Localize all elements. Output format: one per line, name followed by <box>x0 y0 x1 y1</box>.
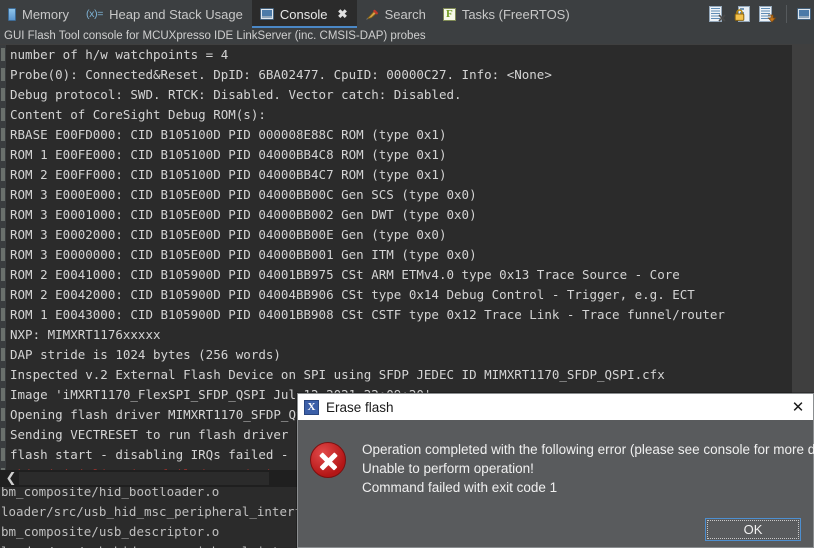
background-editor-line: loader/src/usb_hid_msc_peripheral_interf… <box>1 504 300 519</box>
ruler-mark <box>1 408 5 421</box>
console-line: ROM 3 E0000000: CID B105E00D PID 04000BB… <box>10 247 477 262</box>
dialog-body: Operation completed with the following e… <box>298 420 814 514</box>
dialog-footer: OK <box>298 512 813 547</box>
tab-heap-and-stack-usage[interactable]: (x)= Heap and Stack Usage <box>78 0 252 28</box>
application-window: bm_composite/hid_bootloader.o loader/src/… <box>0 0 814 548</box>
console-description-bar: GUI Flash Tool console for MCUXpresso ID… <box>0 28 814 44</box>
tab-tasks-freertos[interactable]: F Tasks (FreeRTOS) <box>435 0 579 28</box>
console-line: ROM 1 E00FE000: CID B105100D PID 04000BB… <box>10 147 447 162</box>
console-line: Inspected v.2 External Flash Device on S… <box>10 367 665 382</box>
ruler-mark <box>1 68 5 81</box>
scrollbar-thumb[interactable] <box>19 472 269 485</box>
clear-console-icon[interactable] <box>709 6 726 22</box>
close-icon[interactable]: ✕ <box>787 396 809 418</box>
open-console-icon[interactable] <box>797 6 811 22</box>
ruler-mark <box>1 248 5 261</box>
ruler-mark <box>1 368 5 381</box>
console-line: number of h/w watchpoints = 4 <box>10 47 229 62</box>
search-icon <box>365 8 379 21</box>
ruler-mark <box>1 308 5 321</box>
dialog-app-icon: X <box>304 399 319 415</box>
tab-label: Heap and Stack Usage <box>109 6 243 22</box>
ok-button-label: OK <box>743 522 763 537</box>
ruler-mark <box>1 148 5 161</box>
tab-close-icon[interactable]: ✖ <box>338 8 348 20</box>
background-editor-line: bm_composite/usb_descriptor.o <box>1 524 220 539</box>
error-cross-icon <box>310 442 346 478</box>
console-toolbar <box>709 0 811 28</box>
pin-console-icon[interactable] <box>759 6 777 23</box>
ruler-mark <box>1 268 5 281</box>
console-line: ROM 2 E0041000: CID B105900D PID 04001BB… <box>10 267 680 282</box>
view-tab-bar: Memory (x)= Heap and Stack Usage Console ✖ Se… <box>0 0 814 28</box>
dialog-message: Operation completed with the following e… <box>362 440 814 514</box>
ruler-mark <box>1 228 5 241</box>
ok-button[interactable]: OK <box>705 518 801 541</box>
ruler-mark <box>1 428 5 441</box>
console-line: ROM 1 E0043000: CID B105900D PID 04001BB… <box>10 307 725 322</box>
ruler-mark <box>1 188 5 201</box>
memory-icon <box>8 7 16 21</box>
erase-flash-dialog[interactable]: X Erase flash ✕ Operation completed with… <box>297 393 814 548</box>
variable-icon: (x)= <box>85 8 104 20</box>
console-line: Debug protocol: SWD. RTCK: Disabled. Vec… <box>10 87 462 102</box>
ruler-mark <box>1 448 5 461</box>
tab-label: Tasks (FreeRTOS) <box>461 6 570 22</box>
tab-label: Search <box>384 6 426 22</box>
tab-console[interactable]: Console ✖ <box>251 0 357 28</box>
console-line: Content of CoreSight Debug ROM(s): <box>10 107 266 122</box>
ruler-mark <box>1 48 5 61</box>
background-editor-line: loader/src/usb_hid_msc_peripheral_interf… <box>1 542 300 548</box>
ruler-mark <box>1 348 5 361</box>
toolbar-separator <box>786 5 787 23</box>
dialog-message-line: Operation completed with the following e… <box>362 442 814 457</box>
tab-search[interactable]: Search <box>357 0 435 28</box>
tab-memory[interactable]: Memory <box>0 0 78 28</box>
ruler-mark <box>1 88 5 101</box>
console-line: Probe(0): Connected&Reset. DpID: 6BA0247… <box>10 67 552 82</box>
console-line: ROM 2 E00FF000: CID B105100D PID 04000BB… <box>10 167 447 182</box>
console-line: ROM 3 E0002000: CID B105E00D PID 04000BB… <box>10 227 447 242</box>
ruler-mark <box>1 208 5 221</box>
ruler-mark <box>1 388 5 401</box>
console-line: ROM 3 E000E000: CID B105E00D PID 04000BB… <box>10 187 477 202</box>
tab-label: Memory <box>22 6 69 22</box>
ruler-mark <box>1 288 5 301</box>
ruler-mark <box>1 168 5 181</box>
console-line: DAP stride is 1024 bytes (256 words) <box>10 347 281 362</box>
console-line: NXP: MIMXRT1176xxxxx <box>10 327 161 342</box>
console-icon <box>259 8 274 20</box>
dialog-title-bar: X Erase flash ✕ <box>298 394 813 420</box>
console-line: ROM 3 E0001000: CID B105E00D PID 04000BB… <box>10 207 477 222</box>
ruler-mark <box>1 328 5 341</box>
console-line: RBASE E00FD000: CID B105100D PID 000008E… <box>10 127 447 142</box>
console-annotation-ruler[interactable] <box>0 45 6 470</box>
tab-label: Console <box>279 6 328 22</box>
lock-scroll-icon[interactable] <box>734 6 751 22</box>
dialog-message-line: Command failed with exit code 1 <box>362 480 558 495</box>
ruler-mark <box>1 128 5 141</box>
ruler-mark <box>1 108 5 121</box>
scroll-left-arrow-icon[interactable]: ❮ <box>3 470 19 487</box>
dialog-message-line: Unable to perform operation! <box>362 461 534 476</box>
tasks-icon: F <box>442 7 456 21</box>
dialog-title: Erase flash <box>326 399 394 415</box>
background-editor-text: bm_composite/hid_bootloader.o loader/src/… <box>0 482 300 548</box>
console-line: ROM 2 E0042000: CID B105900D PID 04004BB… <box>10 287 695 302</box>
